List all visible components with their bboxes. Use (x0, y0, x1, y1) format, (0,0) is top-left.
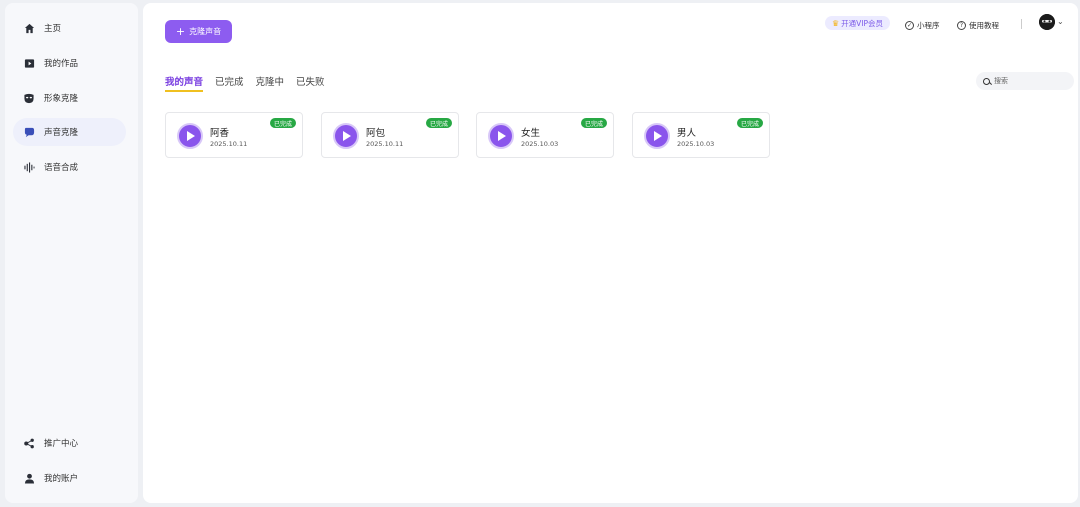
voice-card[interactable]: 男人 2025.10.03 已完成 (632, 112, 770, 158)
sidebar-item-home[interactable]: 主页 (13, 14, 126, 42)
sidebar-item-label: 主页 (44, 24, 62, 34)
home-icon (22, 21, 36, 35)
sidebar-item-label: 推广中心 (44, 439, 79, 449)
voice-card[interactable]: 女生 2025.10.03 已完成 (476, 112, 614, 158)
share-icon (22, 436, 36, 450)
status-badge: 已完成 (425, 118, 452, 128)
sidebar-item-promotion[interactable]: 推广中心 (13, 429, 126, 457)
voice-name: 女生 (521, 128, 541, 139)
sidebar: 主页 我的作品 形象克隆 声音克隆 语音合成 推广中心 我的账户 (5, 3, 138, 503)
voice-name: 男人 (677, 128, 697, 139)
status-tabs: 我的声音 已完成 克隆中 已失败 (165, 74, 325, 92)
sound-wave-icon (22, 160, 36, 174)
mini-program-link[interactable]: ✓ 小程序 (905, 15, 940, 35)
vip-badge[interactable]: ♛ 开通VIP会员 (825, 16, 891, 30)
voice-date: 2025.10.03 (521, 140, 559, 148)
voice-name: 阿包 (366, 128, 386, 139)
mask-icon (22, 91, 36, 105)
plus-icon: + (175, 25, 186, 38)
tab-failed[interactable]: 已失败 (296, 74, 325, 92)
voice-name: 阿香 (210, 128, 230, 139)
sidebar-item-avatar-clone[interactable]: 形象克隆 (13, 84, 126, 112)
play-icon[interactable] (177, 123, 203, 149)
status-badge: 已完成 (269, 118, 296, 128)
status-badge: 已完成 (580, 118, 607, 128)
sidebar-item-label: 我的账户 (44, 474, 79, 484)
voice-card[interactable]: 阿香 2025.10.11 已完成 (165, 112, 303, 158)
play-icon[interactable] (644, 123, 670, 149)
play-icon[interactable] (333, 123, 359, 149)
search-box[interactable] (976, 72, 1074, 90)
mini-program-icon: ✓ (905, 20, 914, 30)
user-icon (22, 471, 36, 485)
clone-voice-button[interactable]: + 克隆声音 (165, 20, 232, 43)
speech-bubble-icon (22, 125, 36, 139)
play-icon[interactable] (488, 123, 514, 149)
sidebar-item-account[interactable]: 我的账户 (13, 464, 126, 492)
search-input[interactable] (994, 77, 1064, 85)
sidebar-item-label: 形象克隆 (44, 94, 79, 104)
tab-my-voices[interactable]: 我的声音 (165, 74, 204, 92)
help-icon: ? (957, 20, 966, 30)
sidebar-item-tts[interactable]: 语音合成 (13, 153, 126, 181)
voice-card[interactable]: 阿包 2025.10.11 已完成 (321, 112, 459, 158)
header-divider (1021, 19, 1022, 29)
sidebar-item-voice-clone[interactable]: 声音克隆 (13, 118, 126, 146)
main-panel: + 克隆声音 ♛ 开通VIP会员 ✓ 小程序 ? 使用教程 ⌄ 我的声音 已完成… (143, 3, 1078, 503)
avatar[interactable] (1039, 14, 1055, 30)
sidebar-item-works[interactable]: 我的作品 (13, 49, 126, 77)
voice-date: 2025.10.11 (210, 140, 248, 148)
video-icon (22, 56, 36, 70)
chevron-down-icon[interactable]: ⌄ (1057, 17, 1064, 26)
status-badge: 已完成 (736, 118, 763, 128)
tab-cloning[interactable]: 克隆中 (256, 74, 285, 92)
tab-completed[interactable]: 已完成 (215, 74, 244, 92)
sidebar-item-label: 声音克隆 (44, 128, 79, 138)
sidebar-item-label: 我的作品 (44, 59, 79, 69)
sidebar-item-label: 语音合成 (44, 163, 79, 173)
voice-date: 2025.10.11 (366, 140, 404, 148)
search-icon (983, 77, 990, 85)
crown-icon: ♛ (832, 18, 840, 28)
voice-date: 2025.10.03 (677, 140, 715, 148)
tutorial-link[interactable]: ? 使用教程 (957, 15, 999, 35)
